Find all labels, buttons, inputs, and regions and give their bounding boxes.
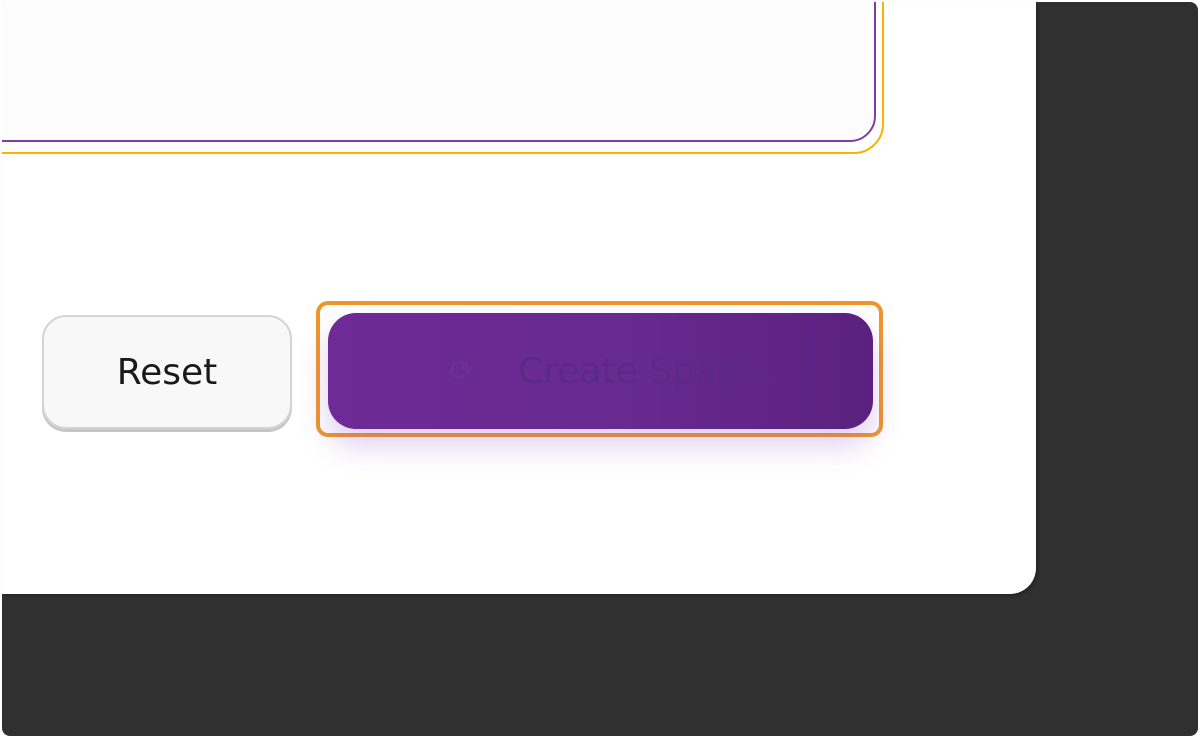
loader-icon: ⟳	[449, 353, 475, 389]
create-space-panel: Reset	[2, 2, 1036, 594]
create-space-button[interactable]: ⟳ Create Space	[328, 313, 873, 429]
description-textarea[interactable]	[2, 2, 876, 142]
create-space-button-label: Create Space	[518, 350, 759, 392]
reset-button-label: Reset	[116, 351, 218, 393]
screenshot-frame: Reset ⟳ Create Space	[0, 0, 1200, 738]
reset-button[interactable]: Reset	[42, 315, 292, 429]
